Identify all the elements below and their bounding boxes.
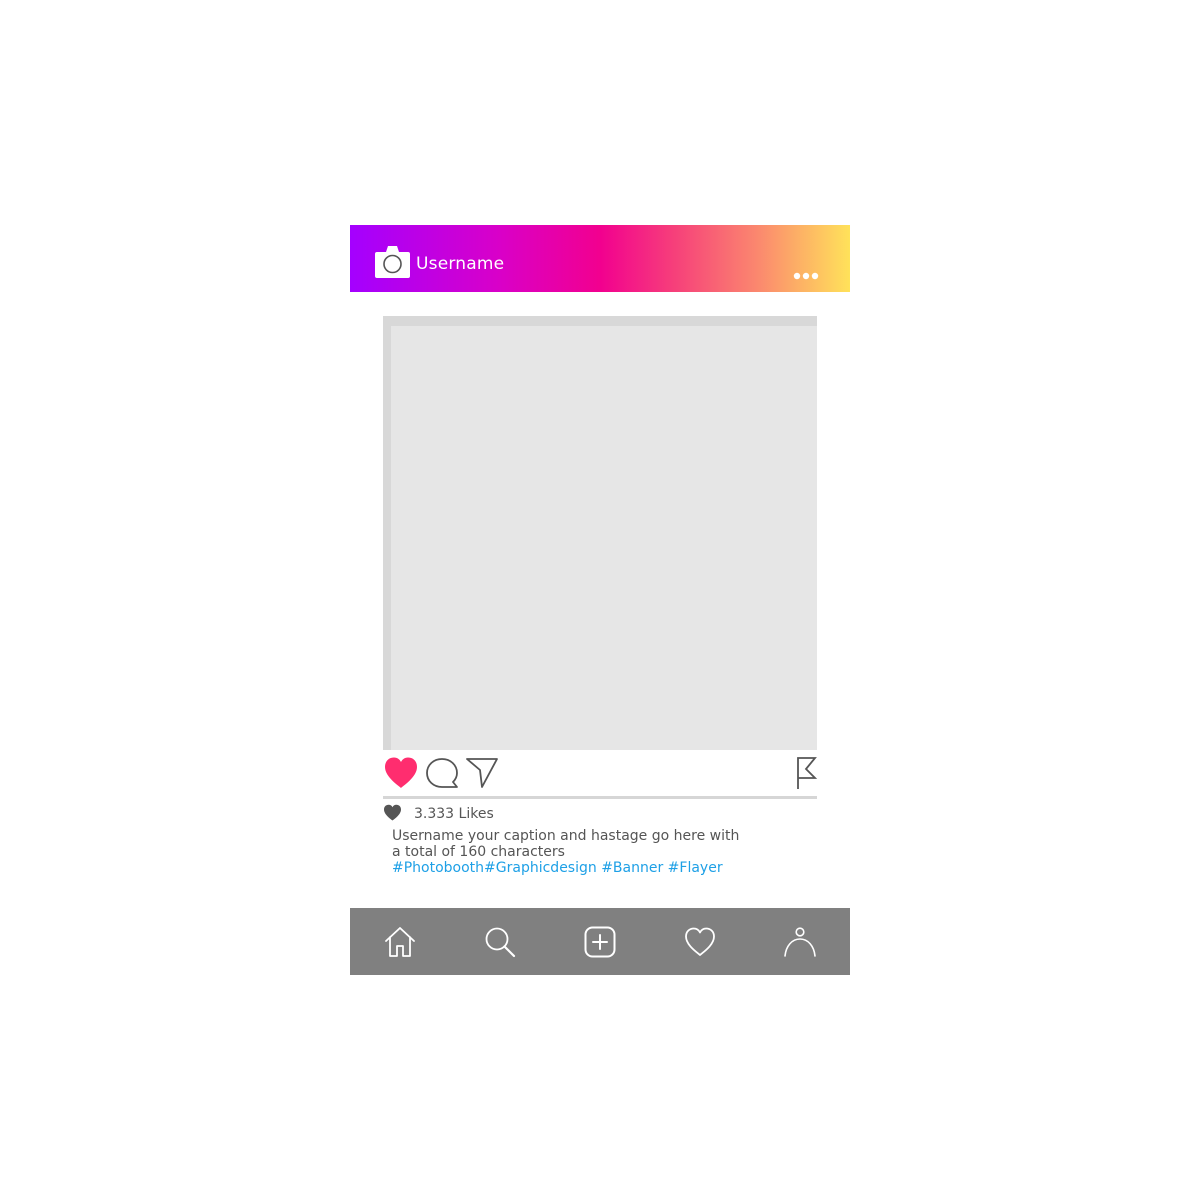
profile-icon: [784, 927, 816, 957]
actions-divider: [383, 796, 817, 799]
more-options-icon[interactable]: [793, 271, 819, 281]
likes-heart-icon: [384, 804, 401, 821]
comment-icon[interactable]: [425, 756, 459, 790]
send-icon[interactable]: [465, 756, 499, 790]
activity-heart-icon: [685, 927, 715, 956]
post-image-area: [391, 326, 817, 750]
likes-row: 3.333 Likes: [383, 803, 817, 825]
caption-line-2: a total of 160 characters: [392, 844, 565, 860]
nav-add-post[interactable]: [550, 908, 650, 975]
nav-profile[interactable]: [750, 908, 850, 975]
post-caption: Username your caption and hastage go her…: [392, 828, 772, 876]
post-image-placeholder: [383, 316, 817, 750]
nav-home[interactable]: [350, 908, 450, 975]
home-icon: [385, 927, 415, 957]
nav-search[interactable]: [450, 908, 550, 975]
likes-count[interactable]: 3.333 Likes: [414, 805, 494, 823]
header-username[interactable]: Username: [416, 253, 504, 275]
caption-line-1: Username your caption and hastage go her…: [392, 828, 740, 844]
nav-activity[interactable]: [650, 908, 750, 975]
heart-icon[interactable]: [383, 756, 419, 790]
search-icon: [485, 927, 516, 958]
post-header: Username: [350, 225, 850, 292]
flag-icon[interactable]: [795, 756, 819, 790]
caption-hashtags[interactable]: #Photobooth#Graphicdesign #Banner #Flaye…: [392, 860, 772, 876]
post-actions-bar: [383, 753, 819, 799]
camera-icon[interactable]: [374, 244, 411, 280]
bottom-navigation: [350, 908, 850, 975]
add-post-icon: [584, 926, 616, 958]
post-frame: Username 3.333 Likes Username your capti…: [350, 225, 850, 975]
